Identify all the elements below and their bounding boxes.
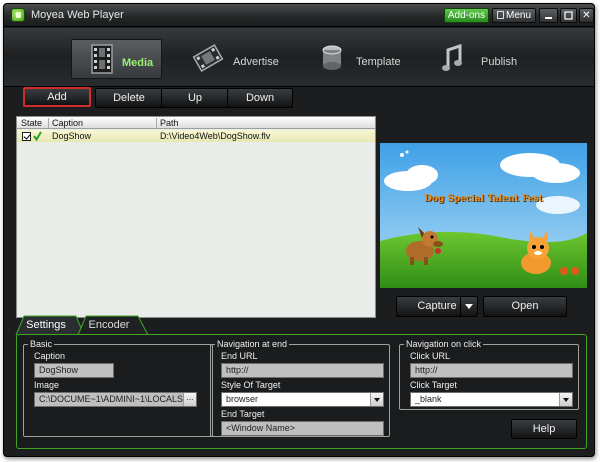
settings-panel: Basic Caption DogShow Image C:\DOCUME~1\… bbox=[16, 334, 587, 449]
column-state: State bbox=[21, 118, 43, 128]
add-button[interactable]: Add bbox=[23, 87, 91, 107]
row-checkbox[interactable] bbox=[22, 132, 31, 141]
column-path: Path bbox=[160, 118, 179, 128]
chevron-down-icon bbox=[559, 393, 572, 406]
style-of-target-label: Style Of Target bbox=[221, 380, 281, 390]
open-button[interactable]: Open bbox=[483, 296, 567, 317]
image-label: Image bbox=[34, 380, 60, 390]
click-url-field[interactable]: http:// bbox=[410, 363, 573, 378]
checkmark-icon bbox=[33, 131, 42, 141]
triangle-down-icon bbox=[465, 304, 473, 309]
row-caption: DogShow bbox=[52, 131, 92, 141]
end-url-label: End URL bbox=[221, 351, 258, 361]
main-nav: Media Advertise Template Publish bbox=[4, 28, 594, 87]
tab-publish-label: Publish bbox=[481, 56, 518, 68]
table-row[interactable]: DogShow D:\Video4Web\DogShow.flv bbox=[17, 130, 375, 142]
publish-icon bbox=[442, 43, 462, 71]
menu-icon bbox=[496, 11, 504, 19]
navigation-on-click-group: Navigation on click Click URL http:// Cl… bbox=[399, 339, 579, 410]
preview-title-text: Dog Special Talent Fest bbox=[424, 194, 543, 204]
title-bar[interactable]: Moyea Web Player Add-ons Menu ✕ bbox=[4, 4, 594, 27]
template-icon bbox=[322, 45, 342, 70]
film-icon bbox=[91, 44, 113, 74]
list-header: State Caption Path bbox=[17, 117, 375, 129]
column-caption: Caption bbox=[52, 118, 84, 128]
end-target-field[interactable]: <Window Name> bbox=[221, 421, 384, 436]
delete-button[interactable]: Delete bbox=[95, 88, 163, 108]
close-button[interactable]: ✕ bbox=[579, 8, 594, 23]
basic-group: Basic Caption DogShow Image C:\DOCUME~1\… bbox=[23, 339, 213, 437]
image-field[interactable]: C:\DOCUME~1\ADMINI~1\LOCALS~1\ ... bbox=[34, 392, 197, 407]
menu-label: Menu bbox=[505, 10, 531, 21]
style-of-target-value: browser bbox=[226, 394, 259, 404]
video-preview: Dog Special Talent Fest bbox=[380, 143, 587, 288]
click-url-label: Click URL bbox=[410, 351, 451, 361]
end-target-label: End Target bbox=[221, 409, 265, 419]
style-of-target-select[interactable]: browser bbox=[221, 392, 384, 407]
click-target-select[interactable]: _blank bbox=[410, 392, 573, 407]
image-path: C:\DOCUME~1\ADMINI~1\LOCALS~1\ bbox=[39, 394, 196, 404]
app-logo-icon bbox=[11, 8, 25, 22]
capture-dropdown[interactable] bbox=[460, 297, 477, 316]
click-target-value: _blank bbox=[415, 394, 442, 404]
browse-button[interactable]: ... bbox=[183, 393, 196, 406]
media-list[interactable]: State Caption Path DogShow D:\Video4Web\… bbox=[16, 116, 376, 318]
tab-template[interactable]: Template bbox=[316, 39, 406, 79]
caption-label: Caption bbox=[34, 351, 66, 361]
navigation-at-end-title: Navigation at end bbox=[215, 339, 290, 349]
navigation-on-click-title: Navigation on click bbox=[404, 339, 484, 349]
maximize-icon bbox=[564, 11, 573, 20]
capture-label: Capture bbox=[417, 300, 457, 312]
basic-title: Basic bbox=[28, 339, 55, 349]
chevron-down-icon bbox=[370, 393, 383, 406]
window-title: Moyea Web Player bbox=[31, 9, 124, 21]
minimize-button[interactable] bbox=[539, 8, 558, 23]
caption-field[interactable]: DogShow bbox=[34, 363, 114, 378]
navigation-at-end-group: Navigation at end End URL http:// Style … bbox=[210, 339, 390, 437]
maximize-button[interactable] bbox=[560, 8, 577, 23]
tab-media[interactable]: Media bbox=[71, 39, 162, 79]
tab-advertise[interactable]: Advertise bbox=[192, 39, 282, 79]
app-window: Moyea Web Player Add-ons Menu ✕ Media Ad… bbox=[3, 3, 595, 457]
capture-button[interactable]: Capture bbox=[396, 296, 478, 317]
end-url-field[interactable]: http:// bbox=[221, 363, 384, 378]
tab-publish[interactable]: Publish bbox=[439, 39, 529, 79]
tab-template-label: Template bbox=[356, 56, 401, 68]
menu-button[interactable]: Menu bbox=[492, 8, 536, 23]
up-button[interactable]: Up bbox=[161, 88, 229, 108]
tab-media-label: Media bbox=[122, 57, 154, 69]
minimize-icon bbox=[545, 17, 552, 19]
row-path: D:\Video4Web\DogShow.flv bbox=[160, 131, 271, 141]
help-button[interactable]: Help bbox=[511, 419, 577, 439]
preview-scene bbox=[380, 143, 587, 288]
click-target-label: Click Target bbox=[410, 380, 457, 390]
reel-icon bbox=[192, 44, 224, 72]
tab-encoder[interactable]: Encoder bbox=[78, 314, 140, 336]
tab-settings[interactable]: Settings bbox=[17, 314, 75, 336]
down-button[interactable]: Down bbox=[227, 88, 293, 108]
tab-advertise-label: Advertise bbox=[233, 56, 279, 68]
addons-button[interactable]: Add-ons bbox=[444, 8, 489, 23]
